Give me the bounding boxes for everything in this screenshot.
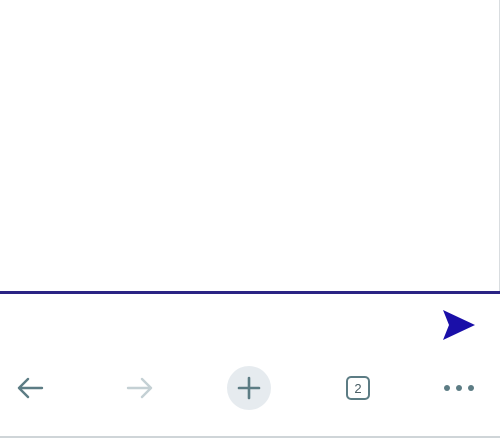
message-composer[interactable] <box>0 294 500 354</box>
ellipsis-icon <box>444 385 474 391</box>
plus-icon <box>237 376 261 400</box>
arrow-right-icon <box>126 377 153 399</box>
send-button[interactable] <box>438 306 480 344</box>
browser-screen: 2 <box>0 0 500 438</box>
forward-button[interactable] <box>118 366 162 410</box>
tab-count: 2 <box>354 380 362 396</box>
new-tab-button[interactable] <box>227 366 271 410</box>
back-button[interactable] <box>8 366 52 410</box>
more-menu-button[interactable] <box>437 366 481 410</box>
page-content-area <box>0 0 499 291</box>
bottom-toolbar: 2 <box>0 354 500 438</box>
tab-switcher-button[interactable]: 2 <box>336 366 380 410</box>
send-icon <box>443 310 475 340</box>
arrow-left-icon <box>17 377 44 399</box>
tab-count-badge: 2 <box>346 376 370 400</box>
